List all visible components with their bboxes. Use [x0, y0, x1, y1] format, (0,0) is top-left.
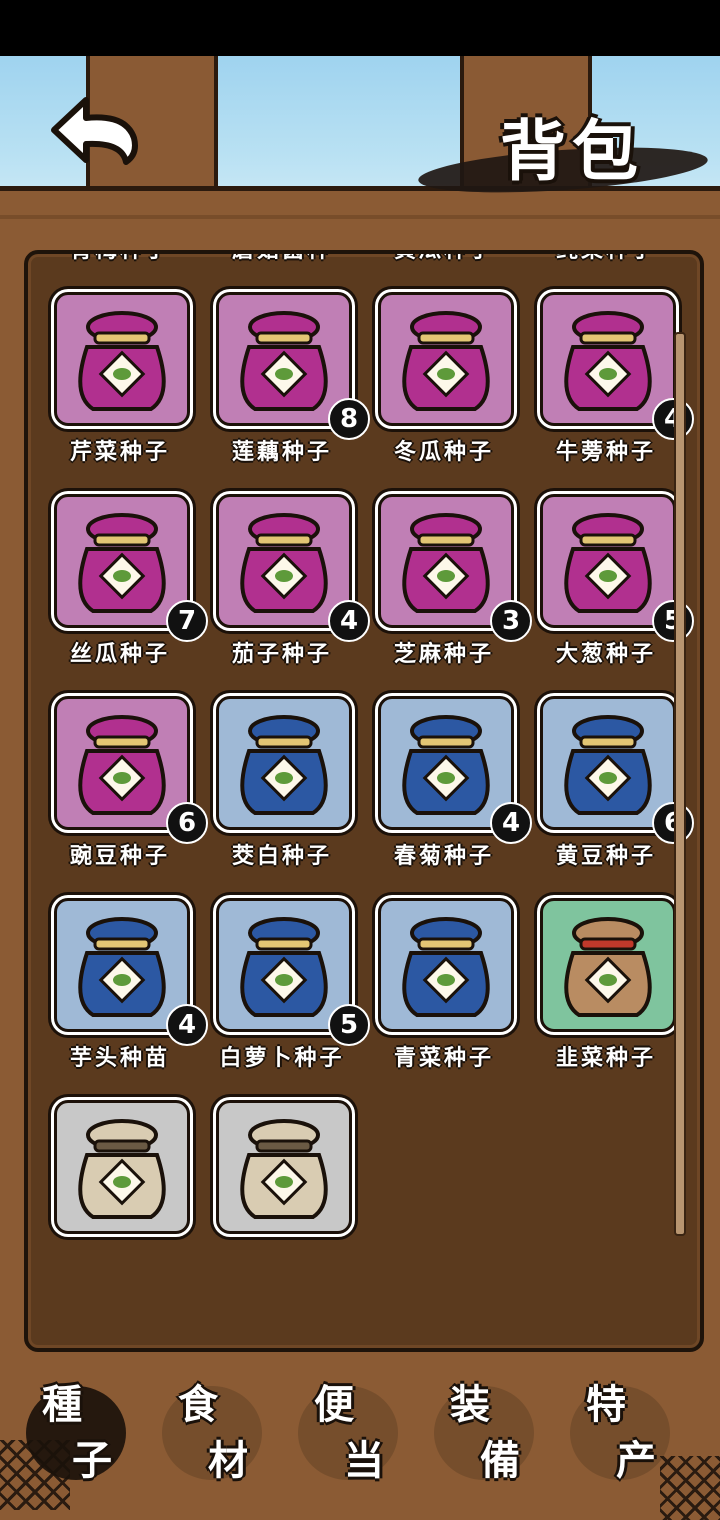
- back-button[interactable]: [46, 92, 146, 166]
- inventory-item[interactable]: 4 茄子种子: [212, 490, 370, 680]
- status-bar: [0, 0, 720, 56]
- seed-sack-icon: [564, 917, 652, 1017]
- item-name-label: 韭菜种子: [555, 1046, 656, 1071]
- inventory-item[interactable]: 芹菜种子: [50, 288, 190, 478]
- inventory-item[interactable]: 4 芋头种苗: [50, 894, 208, 1084]
- seed-bag-icon: [402, 917, 490, 1017]
- grain-sack-icon: [78, 1119, 166, 1219]
- item-name-label: 芝麻种子: [393, 642, 494, 667]
- seed-bag-icon: [78, 917, 166, 1017]
- item-name-label: 大葱种子: [555, 642, 656, 667]
- inventory-item[interactable]: 青菜种子: [374, 894, 514, 1084]
- inventory-item[interactable]: 7 丝瓜种子: [50, 490, 208, 680]
- inventory-item[interactable]: [212, 1096, 352, 1286]
- inventory-item[interactable]: 3黄瓜种子: [374, 254, 514, 276]
- item-tile: [54, 292, 190, 426]
- tab-char-2: 備: [480, 1437, 520, 1484]
- category-tabs: 種子食材便当装備特产: [0, 1356, 720, 1520]
- seed-bag-icon: [402, 715, 490, 815]
- item-name-label: 冬瓜种子: [393, 440, 494, 465]
- item-name-label: 黄豆种子: [555, 844, 656, 869]
- inventory-item[interactable]: 6 黄豆种子: [536, 692, 694, 882]
- inventory-item[interactable]: 5莼菜种子: [536, 254, 676, 276]
- item-name-label: 黄瓜种子: [393, 250, 494, 263]
- seed-bag-icon: [78, 311, 166, 411]
- seed-bag-icon: [564, 715, 652, 815]
- seed-bag-icon: [240, 311, 328, 411]
- seed-bag-icon: [564, 311, 652, 411]
- net-decoration-right: [660, 1456, 720, 1520]
- seed-bag-icon: [564, 513, 652, 613]
- item-tile: [216, 1100, 352, 1234]
- item-tile: [216, 696, 352, 830]
- page-title: 背包: [500, 112, 644, 190]
- seed-bag-icon: [402, 311, 490, 411]
- tab-char-1: 食: [178, 1381, 218, 1428]
- inventory-item[interactable]: 韭菜种子: [536, 894, 676, 1084]
- seed-bag-icon: [240, 715, 328, 815]
- app-root: 背包 青梅种子蘑菇菌种3黄瓜种子5莼菜种子芹菜种子8莲藕种子冬瓜种子4牛蒡种子7…: [0, 0, 720, 1520]
- item-name-label: 青梅种子: [69, 250, 170, 263]
- tab-char-2: 当: [344, 1437, 384, 1484]
- tab-char-1: 装: [450, 1381, 490, 1428]
- tab-char-2: 材: [208, 1437, 248, 1484]
- item-name-label: 茄子种子: [231, 642, 332, 667]
- inventory-item[interactable]: 3 芝麻种子: [374, 490, 532, 680]
- grain-sack-icon: [240, 1119, 328, 1219]
- item-name-label: 牛蒡种子: [555, 440, 656, 465]
- tab-char-1: 便: [314, 1381, 354, 1428]
- inventory-item[interactable]: 4 春菊种子: [374, 692, 532, 882]
- inventory-item[interactable]: 冬瓜种子: [374, 288, 514, 478]
- tab-2[interactable]: 便当: [288, 1366, 408, 1506]
- item-name-label: 春菊种子: [393, 844, 494, 869]
- inventory-item[interactable]: [50, 1096, 190, 1286]
- inventory-item[interactable]: 青梅种子: [50, 254, 190, 276]
- tab-char-2: 产: [616, 1437, 656, 1484]
- item-name-label: 蘑菇菌种: [231, 250, 332, 263]
- item-name-label: 白萝卜种子: [219, 1046, 345, 1071]
- item-name-label: 芹菜种子: [69, 440, 170, 465]
- item-name-label: 莲藕种子: [231, 440, 332, 465]
- net-decoration-left: [0, 1440, 70, 1510]
- item-name-label: 青菜种子: [393, 1046, 494, 1071]
- item-tile: [54, 1100, 190, 1234]
- item-name-label: 豌豆种子: [69, 844, 170, 869]
- seed-bag-icon: [240, 513, 328, 613]
- inventory-item[interactable]: 蘑菇菌种: [212, 254, 352, 276]
- scrollbar[interactable]: [674, 332, 686, 1236]
- inventory-panel: 青梅种子蘑菇菌种3黄瓜种子5莼菜种子芹菜种子8莲藕种子冬瓜种子4牛蒡种子7丝瓜种…: [24, 250, 704, 1352]
- tab-3[interactable]: 装備: [424, 1366, 544, 1506]
- seed-bag-icon: [78, 715, 166, 815]
- seed-bag-icon: [78, 513, 166, 613]
- tab-char-2: 子: [72, 1437, 112, 1484]
- inventory-item[interactable]: 5 大葱种子: [536, 490, 694, 680]
- inventory-item[interactable]: 茭白种子: [212, 692, 352, 882]
- item-name-label: 芋头种苗: [69, 1046, 170, 1071]
- item-tile: [378, 898, 514, 1032]
- tab-char-1: 種: [42, 1381, 82, 1428]
- tab-1[interactable]: 食材: [152, 1366, 272, 1506]
- item-name-label: 丝瓜种子: [69, 642, 170, 667]
- inventory-item[interactable]: 6 豌豆种子: [50, 692, 208, 882]
- item-name-label: 茭白种子: [231, 844, 332, 869]
- item-name-label: 莼菜种子: [555, 250, 656, 263]
- seed-bag-icon: [240, 917, 328, 1017]
- inventory-item[interactable]: 8 莲藕种子: [212, 288, 370, 478]
- tab-char-1: 特: [586, 1381, 626, 1428]
- item-tile: [378, 292, 514, 426]
- inventory-item[interactable]: 4 牛蒡种子: [536, 288, 694, 478]
- seed-bag-icon: [402, 513, 490, 613]
- item-tile: [540, 898, 676, 1032]
- back-arrow-icon: [51, 97, 138, 165]
- inventory-item[interactable]: 5 白萝卜种子: [212, 894, 370, 1084]
